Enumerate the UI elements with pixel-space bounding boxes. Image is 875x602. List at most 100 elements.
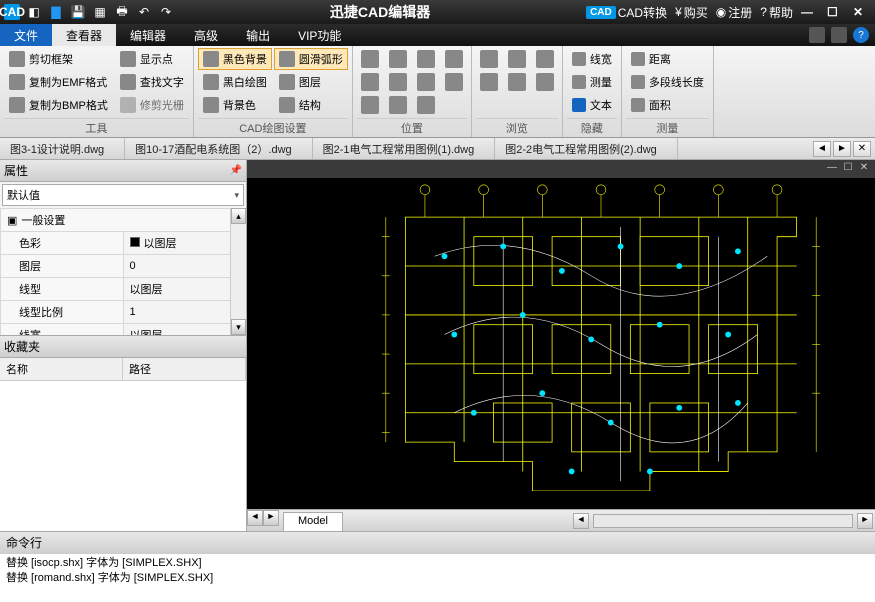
pin-icon[interactable]: 📌 [230, 165, 242, 176]
hscrollbar[interactable] [593, 514, 853, 528]
clip-frame-button[interactable]: 剪切框架 [4, 48, 113, 70]
hscroll-left-icon[interactable]: ◄ [573, 513, 589, 529]
bw-draw-button[interactable]: 黑白绘图 [198, 71, 272, 93]
open-icon[interactable]: ▇ [48, 4, 64, 20]
minimize-icon[interactable]: — [801, 5, 819, 19]
menu-bar: 文件 查看器 编辑器 高级 输出 VIP功能 ? [0, 24, 875, 46]
browse-btn-6[interactable] [532, 71, 558, 93]
pos-btn-10[interactable] [441, 48, 467, 70]
pos-btn-3[interactable] [357, 94, 383, 116]
prop-row[interactable]: 图层0 [1, 255, 246, 278]
properties-header: 属性📌 [0, 160, 246, 182]
measure-button[interactable]: 测量 [567, 71, 617, 93]
linewidth-button[interactable]: 线宽 [567, 48, 617, 70]
register-button[interactable]: ◉ 注册 [716, 4, 753, 21]
new-icon[interactable]: ◧ [26, 4, 42, 20]
canvas-max-icon[interactable]: ☐ [841, 162, 855, 174]
saveall-icon[interactable]: ▦ [92, 4, 108, 20]
show-points-button[interactable]: 显示点 [115, 48, 189, 70]
save-icon[interactable]: 💾 [70, 4, 86, 20]
smooth-arc-button[interactable]: 圆滑弧形 [274, 48, 348, 70]
doc-tab[interactable]: 图2-2电气工程常用图例(2).dwg [495, 138, 678, 159]
menu-file[interactable]: 文件 [0, 24, 52, 46]
model-tab[interactable]: Model [283, 512, 343, 531]
properties-scrollbar[interactable]: ▴ ▾ [230, 208, 246, 335]
doc-tab[interactable]: 图2-1电气工程常用图例(1).dwg [313, 138, 496, 159]
pos-btn-8[interactable] [413, 71, 439, 93]
layers-button[interactable]: 图层 [274, 71, 348, 93]
default-combo[interactable]: 默认值 [2, 184, 244, 206]
ribbon-group-tools: 剪切框架 复制为EMF格式 复制为BMP格式 显示点 查找文字 修剪光栅 工具 [0, 46, 194, 137]
canvas-min-icon[interactable]: — [825, 162, 839, 174]
copy-bmp-button[interactable]: 复制为BMP格式 [4, 94, 113, 116]
tab-next-icon[interactable]: ► [833, 141, 851, 157]
fav-col-name[interactable]: 名称 [0, 358, 123, 380]
pos-btn-11[interactable] [441, 71, 467, 93]
polyline-length-button[interactable]: 多段线长度 [626, 71, 709, 93]
menu-tab-editor[interactable]: 编辑器 [116, 24, 180, 46]
ribbon-group-hide: 线宽 测量 文本 隐藏 [563, 46, 622, 137]
cad-convert-button[interactable]: CADCAD转换 [586, 4, 667, 21]
layout-next-icon[interactable]: ► [263, 510, 279, 526]
hscroll-right-icon[interactable]: ► [857, 513, 873, 529]
pos-btn-5[interactable] [385, 71, 411, 93]
app-title: 迅捷CAD编辑器 [174, 2, 586, 22]
structure-button[interactable]: 结构 [274, 94, 348, 116]
find-text-button[interactable]: 查找文字 [115, 71, 189, 93]
help-button[interactable]: ? 帮助 [760, 4, 793, 21]
menu-tab-advanced[interactable]: 高级 [180, 24, 232, 46]
help-icon[interactable]: ? [853, 27, 869, 43]
pos-btn-7[interactable] [413, 48, 439, 70]
favorites-list[interactable] [0, 381, 246, 531]
bg-color-button[interactable]: 背景色 [198, 94, 272, 116]
area-button[interactable]: 面积 [626, 94, 709, 116]
tab-close-icon[interactable]: ✕ [853, 141, 871, 157]
cmd-line: 替换 [romand.shx] 字体为 [SIMPLEX.SHX] [6, 571, 869, 586]
command-line-output[interactable]: 替换 [isocp.shx] 字体为 [SIMPLEX.SHX] 替换 [rom… [0, 554, 875, 602]
scroll-down-icon[interactable]: ▾ [231, 319, 246, 335]
browse-btn-3[interactable] [504, 48, 530, 70]
layout-prev-icon[interactable]: ◄ [247, 510, 263, 526]
print-icon[interactable]: 🖶 [114, 4, 130, 20]
ribbon-group-label: CAD绘图设置 [198, 118, 348, 137]
pos-btn-6[interactable] [385, 94, 411, 116]
undo-icon[interactable]: ↶ [136, 4, 152, 20]
distance-button[interactable]: 距离 [626, 48, 709, 70]
browse-btn-4[interactable] [504, 71, 530, 93]
prop-row[interactable]: 色彩以图层 [1, 232, 246, 255]
browse-btn-1[interactable] [476, 48, 502, 70]
close-icon[interactable]: ✕ [853, 5, 871, 19]
ribbon-group-measure: 距离 多段线长度 面积 测量 [622, 46, 714, 137]
buy-button[interactable]: ¥ 购买 [675, 4, 708, 21]
tab-prev-icon[interactable]: ◄ [813, 141, 831, 157]
black-bg-button[interactable]: 黑色背景 [198, 48, 272, 70]
doc-tab[interactable]: 图3-1设计说明.dwg [0, 138, 125, 159]
scroll-up-icon[interactable]: ▴ [231, 208, 246, 224]
extra-icon-2[interactable] [831, 27, 847, 43]
menu-tab-output[interactable]: 输出 [232, 24, 284, 46]
document-tabs: 图3-1设计说明.dwg 图10-17酒配电系统图（2）.dwg 图2-1电气工… [0, 138, 875, 160]
prop-row[interactable]: 线型比例1 [1, 301, 246, 324]
browse-btn-5[interactable] [532, 48, 558, 70]
doc-tab[interactable]: 图10-17酒配电系统图（2）.dwg [125, 138, 313, 159]
text-button[interactable]: 文本 [567, 94, 617, 116]
menu-tab-viewer[interactable]: 查看器 [52, 24, 116, 46]
pos-btn-1[interactable] [357, 48, 383, 70]
drawing-canvas[interactable]: — ☐ ✕ [247, 160, 875, 509]
redo-icon[interactable]: ↷ [158, 4, 174, 20]
prop-row[interactable]: 线宽以图层 [1, 324, 246, 337]
ribbon-group-label: 浏览 [476, 118, 558, 137]
command-line-header: 命令行 [0, 532, 875, 554]
browse-btn-2[interactable] [476, 71, 502, 93]
pos-btn-4[interactable] [385, 48, 411, 70]
fav-col-path[interactable]: 路径 [123, 358, 246, 380]
trim-raster-button[interactable]: 修剪光栅 [115, 94, 189, 116]
copy-emf-button[interactable]: 复制为EMF格式 [4, 71, 113, 93]
menu-tab-vip[interactable]: VIP功能 [284, 24, 355, 46]
pos-btn-9[interactable] [413, 94, 439, 116]
prop-row[interactable]: 线型以图层 [1, 278, 246, 301]
extra-icon-1[interactable] [809, 27, 825, 43]
maximize-icon[interactable]: ☐ [827, 5, 845, 19]
canvas-close-icon[interactable]: ✕ [857, 162, 871, 174]
pos-btn-2[interactable] [357, 71, 383, 93]
